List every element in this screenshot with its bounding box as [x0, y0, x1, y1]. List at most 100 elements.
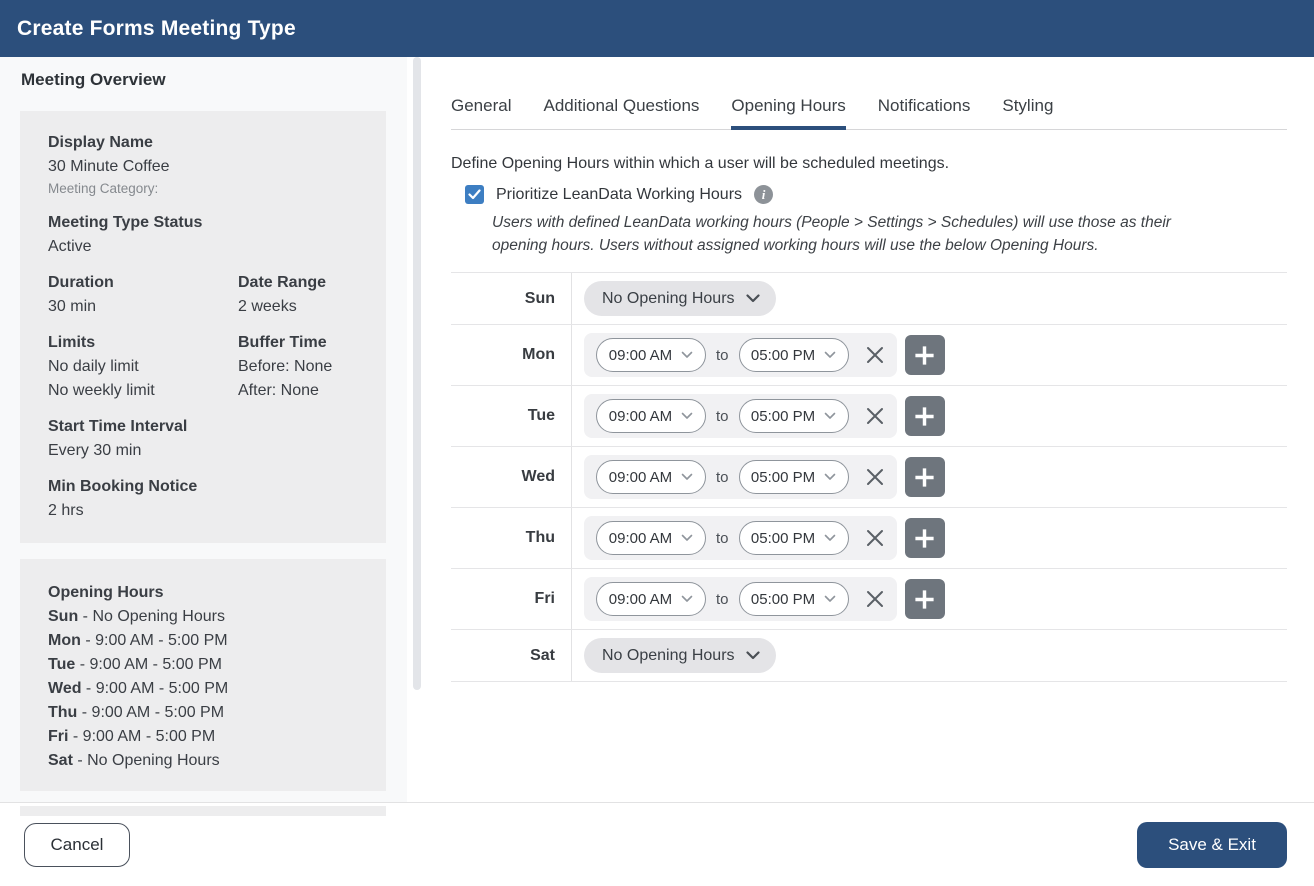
opening-hours-description: Define Opening Hours within which a user…: [451, 155, 1287, 173]
add-time-range-button[interactable]: [905, 518, 945, 558]
remove-time-range-button[interactable]: [863, 587, 887, 611]
cancel-button[interactable]: Cancel: [24, 823, 130, 867]
schedule-row-content: No Opening Hours: [572, 281, 776, 316]
schedule-row: Sat No Opening Hours: [451, 630, 1287, 682]
overview-field: Date Range2 weeks: [238, 271, 326, 319]
field-label: Meeting Type Status: [48, 211, 238, 235]
tab-additional-questions[interactable]: Additional Questions: [543, 96, 699, 129]
schedule-row: Fri 09:00 AM to 05:00 PM: [451, 569, 1287, 630]
tab-notifications[interactable]: Notifications: [878, 96, 971, 129]
schedule-row-content: 09:00 AM to 05:00 PM: [572, 455, 945, 499]
plus-icon: [913, 344, 936, 367]
remove-time-range-button[interactable]: [863, 343, 887, 367]
modal-body: Meeting Overview Display Name30 Minute C…: [0, 57, 1314, 802]
opening-hours-select[interactable]: No Opening Hours: [584, 638, 776, 673]
overview-section: Meeting Type StatusActive: [48, 211, 366, 259]
info-icon[interactable]: i: [754, 185, 773, 204]
field-label: Display Name: [48, 131, 238, 155]
chevron-down-icon: [824, 534, 836, 542]
tab-general[interactable]: General: [451, 96, 511, 129]
remove-time-range-button[interactable]: [863, 526, 887, 550]
to-label: to: [716, 347, 729, 364]
to-label: to: [716, 408, 729, 425]
schedule-row-content: 09:00 AM to 05:00 PM: [572, 394, 945, 438]
start-time-value: 09:00 AM: [609, 347, 672, 364]
opening-hours-select-value: No Opening Hours: [602, 647, 735, 665]
field-label: Min Booking Notice: [48, 475, 238, 499]
field-value: No daily limit: [48, 355, 238, 379]
overview-field: LimitsNo daily limitNo weekly limit: [48, 331, 238, 403]
field-value: 2 weeks: [238, 295, 326, 319]
start-time-value: 09:00 AM: [609, 408, 672, 425]
prioritize-working-hours-label: Prioritize LeanData Working Hours: [496, 186, 742, 204]
chevron-down-icon: [824, 351, 836, 359]
start-time-select[interactable]: 09:00 AM: [596, 582, 706, 616]
end-time-select[interactable]: 05:00 PM: [739, 338, 849, 372]
sidebar-scrollbar-track: [407, 57, 425, 802]
chevron-down-icon: [746, 294, 760, 303]
opening-hours-select[interactable]: No Opening Hours: [584, 281, 776, 316]
plus-icon: [913, 527, 936, 550]
overview-field: Min Booking Notice2 hrs: [48, 475, 238, 523]
day-label: Wed: [451, 447, 572, 507]
schedule-row: Wed 09:00 AM to 05:00 PM: [451, 447, 1287, 508]
save-and-exit-button[interactable]: Save & Exit: [1137, 822, 1287, 868]
add-time-range-button[interactable]: [905, 396, 945, 436]
chevron-down-icon: [681, 534, 693, 542]
start-time-select[interactable]: 09:00 AM: [596, 399, 706, 433]
schedule-row: Thu 09:00 AM to 05:00 PM: [451, 508, 1287, 569]
add-time-range-button[interactable]: [905, 335, 945, 375]
end-time-value: 05:00 PM: [751, 591, 815, 608]
add-time-range-button[interactable]: [905, 457, 945, 497]
start-time-select[interactable]: 09:00 AM: [596, 521, 706, 555]
opening-hours-table: Sun No Opening Hours Mon 09:00 AM to: [451, 272, 1287, 682]
to-label: to: [716, 530, 729, 547]
time-range-group: 09:00 AM to 05:00 PM: [584, 577, 897, 621]
opening-hours-card-title: Opening Hours: [48, 581, 366, 605]
close-icon: [866, 590, 884, 608]
chevron-down-icon: [824, 412, 836, 420]
close-icon: [866, 346, 884, 364]
tab-opening-hours[interactable]: Opening Hours: [731, 96, 845, 129]
end-time-select[interactable]: 05:00 PM: [739, 460, 849, 494]
start-time-select[interactable]: 09:00 AM: [596, 460, 706, 494]
chevron-down-icon: [746, 651, 760, 660]
close-icon: [866, 468, 884, 486]
chevron-down-icon: [824, 473, 836, 481]
remove-time-range-button[interactable]: [863, 404, 887, 428]
close-icon: [866, 529, 884, 547]
partial-card: [20, 806, 386, 816]
field-value: 30 Minute Coffee: [48, 155, 238, 179]
summary-day: Wed: [48, 680, 81, 697]
end-time-select[interactable]: 05:00 PM: [739, 582, 849, 616]
remove-time-range-button[interactable]: [863, 465, 887, 489]
start-time-select[interactable]: 09:00 AM: [596, 338, 706, 372]
opening-hours-summary-line: Wed - 9:00 AM - 5:00 PM: [48, 677, 366, 701]
checkmark-icon: [468, 189, 481, 200]
summary-day: Thu: [48, 704, 77, 721]
working-hours-note: Users with defined LeanData working hour…: [492, 211, 1232, 257]
summary-day: Sun: [48, 608, 78, 625]
overview-field: Display Name30 Minute CoffeeMeeting Cate…: [48, 131, 238, 199]
time-range-group: 09:00 AM to 05:00 PM: [584, 455, 897, 499]
overview-section: Min Booking Notice2 hrs: [48, 475, 366, 523]
end-time-select[interactable]: 05:00 PM: [739, 521, 849, 555]
day-label: Sun: [451, 273, 572, 324]
overview-card: Display Name30 Minute CoffeeMeeting Cate…: [20, 111, 386, 543]
sidebar-scrollbar[interactable]: [413, 57, 421, 690]
schedule-row-content: 09:00 AM to 05:00 PM: [572, 577, 945, 621]
end-time-select[interactable]: 05:00 PM: [739, 399, 849, 433]
day-label: Sat: [451, 630, 572, 681]
tab-styling[interactable]: Styling: [1002, 96, 1053, 129]
field-value: Active: [48, 235, 238, 259]
field-label: Limits: [48, 331, 238, 355]
end-time-value: 05:00 PM: [751, 408, 815, 425]
chevron-down-icon: [681, 473, 693, 481]
field-label: Buffer Time: [238, 331, 332, 355]
field-label: Start Time Interval: [48, 415, 238, 439]
field-value: 30 min: [48, 295, 238, 319]
working-hours-note-line2: opening hours. Users without assigned wo…: [492, 234, 1232, 257]
add-time-range-button[interactable]: [905, 579, 945, 619]
prioritize-working-hours-checkbox[interactable]: [465, 185, 484, 204]
opening-hours-summary-line: Fri - 9:00 AM - 5:00 PM: [48, 725, 366, 749]
